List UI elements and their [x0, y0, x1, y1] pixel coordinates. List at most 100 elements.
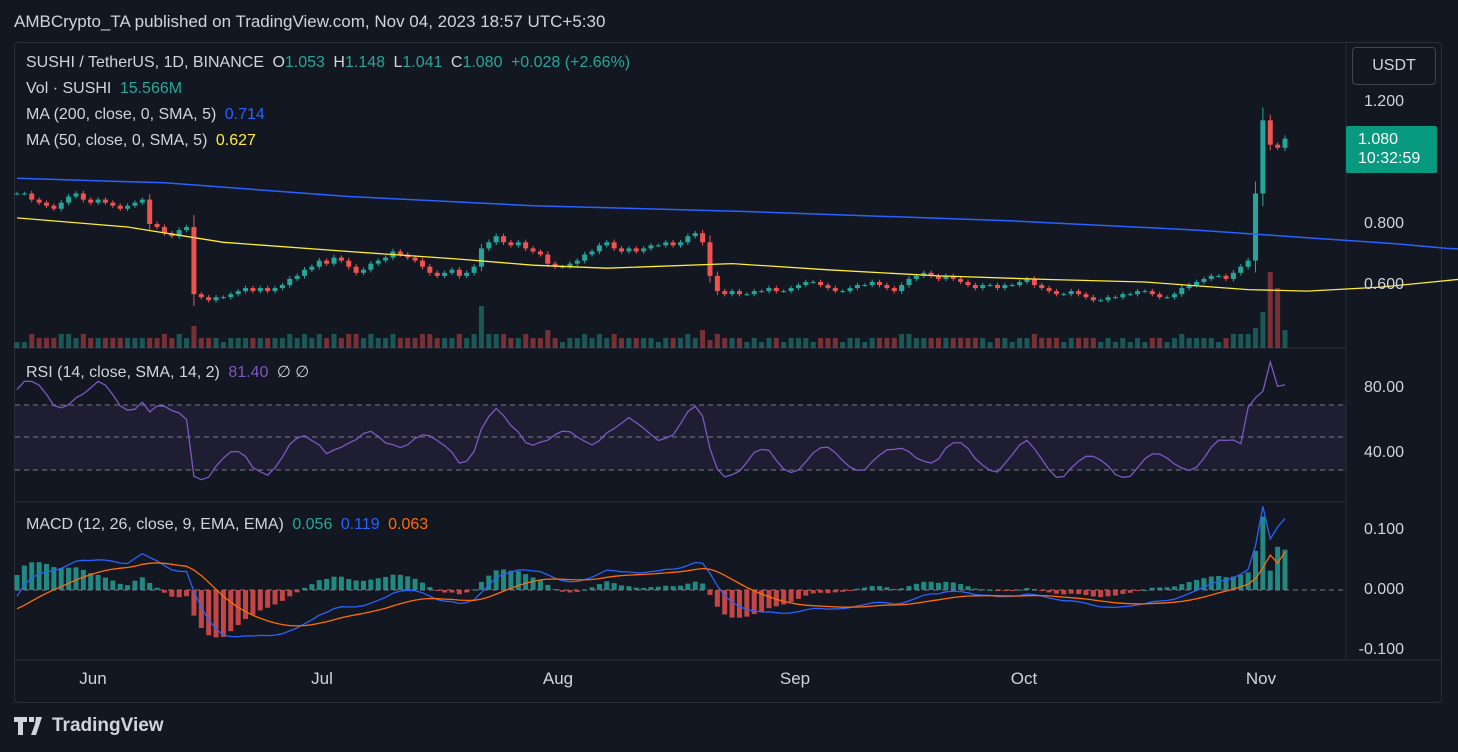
macd-hist-bar [161, 590, 167, 593]
macd-hist-bar [965, 586, 971, 590]
macd-hist-bar [847, 590, 853, 591]
macd-hist-bar [1068, 590, 1074, 594]
volume-bar [434, 338, 440, 348]
macd-hist-bar [862, 587, 868, 590]
candle-body [1031, 278, 1037, 285]
volume-bar [913, 338, 919, 348]
macd-hist-bar [471, 589, 477, 591]
volume-bar [449, 338, 455, 348]
volume-bar [338, 338, 344, 348]
macd-hist-value: 0.056 [292, 516, 333, 533]
macd-hist-bar [198, 590, 204, 628]
change-value: +0.028 (+2.66%) [510, 54, 631, 71]
macd-hist-bar [338, 576, 344, 590]
macd-hist-bar [596, 584, 602, 590]
candle-body [1083, 294, 1089, 298]
volume-bar [324, 338, 330, 348]
volume-bar [604, 338, 610, 348]
candle-body [501, 236, 507, 243]
tradingview-logo[interactable]: TradingView [14, 715, 164, 737]
macd-hist-bar [427, 587, 433, 590]
volume-bar [1275, 288, 1281, 348]
macd-hist-bar [545, 584, 551, 590]
volume-bar [574, 338, 580, 348]
candle-body [633, 248, 639, 252]
candle-body [1201, 278, 1207, 282]
candle-body [206, 297, 212, 301]
candle-body [198, 294, 204, 298]
candle-body [589, 251, 595, 255]
macd-hist-bar [980, 589, 986, 591]
candle-body [1105, 297, 1111, 301]
volume-bar [235, 338, 241, 348]
candle-body [1223, 275, 1229, 279]
tradingview-logo-icon [14, 717, 42, 735]
macd-hist-bar [641, 587, 647, 590]
volume-bar [419, 334, 425, 348]
rsi-label: RSI (14, close, SMA, 14, 2) [26, 364, 220, 381]
volume-label: Vol · SUSHI [26, 80, 112, 97]
macd-hist-bar [1186, 581, 1192, 590]
volume-bar [405, 338, 411, 348]
macd-hist-bar [419, 582, 425, 590]
volume-bar [493, 334, 499, 348]
candle-body [88, 199, 94, 203]
macd-hist-bar [1194, 579, 1200, 590]
candle-body [958, 278, 964, 282]
candle-body [1127, 294, 1133, 296]
macd-hist-bar [515, 571, 521, 590]
candle-body [486, 242, 492, 249]
candle-body [147, 199, 153, 224]
macd-hist-bar [117, 583, 123, 590]
volume-bar [1186, 338, 1192, 348]
macd-hist-bar [1120, 590, 1126, 594]
volume-bar [309, 338, 315, 348]
volume-bar [619, 338, 625, 348]
candle-body [353, 266, 359, 273]
candle-body [803, 281, 809, 285]
volume-bar [670, 338, 676, 348]
macd-hist-bar [818, 590, 824, 593]
volume-bar [1238, 334, 1244, 348]
macd-hist-bar [110, 580, 116, 590]
candle-body [1164, 297, 1170, 299]
volume-bar [43, 338, 49, 348]
macd-hist-bar [582, 589, 588, 591]
currency-button[interactable]: USDT [1352, 47, 1436, 85]
volume-bar [1076, 338, 1082, 348]
macd-hist-bar [390, 574, 396, 590]
candle-body [375, 260, 381, 264]
candle-body [220, 297, 226, 299]
candle-body [1275, 144, 1281, 148]
volume-bar [73, 338, 79, 348]
volume-bar [891, 338, 897, 348]
macd-hist-bar [243, 590, 249, 619]
volume-bar [877, 338, 883, 348]
volume-bar [515, 338, 521, 348]
macd-hist-bar [560, 590, 566, 592]
candle-body [604, 242, 610, 246]
macd-hist-bar [1267, 570, 1273, 590]
candle-body [530, 248, 536, 252]
macd-hist-bar [567, 590, 573, 593]
open-label: O [272, 54, 285, 71]
candle-body [478, 248, 484, 267]
candle-body [596, 245, 602, 252]
macd-hist-bar [257, 590, 263, 611]
volume-bar [198, 338, 204, 348]
candle-body [279, 285, 285, 289]
candle-body [324, 260, 330, 264]
candle-body [434, 272, 440, 276]
macd-hist-bar [1105, 590, 1111, 597]
volume-bar [1127, 342, 1133, 348]
volume-bar [1098, 342, 1104, 348]
macd-hist-bar [1245, 572, 1251, 590]
volume-bar [88, 338, 94, 348]
volume-bar [1223, 338, 1229, 348]
volume-bar [169, 338, 175, 348]
macd-hist-bar [1039, 590, 1045, 591]
candle-body [862, 285, 868, 286]
candle-body [766, 288, 772, 292]
candle-body [913, 275, 919, 279]
candle-body [132, 202, 138, 206]
